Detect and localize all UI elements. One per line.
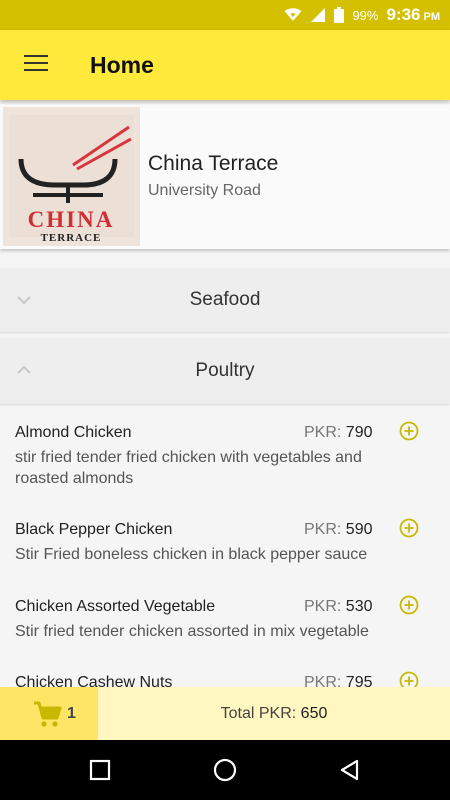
restaurant-location: University Road	[148, 182, 261, 199]
logo-wordmark-top: CHINA	[28, 207, 115, 232]
add-circle-icon[interactable]	[399, 518, 419, 538]
cart-icon	[32, 699, 62, 729]
menu-item-list: Almond Chicken PKR: 790 stir fried tende…	[0, 408, 450, 688]
item-name: Chicken Assorted Vegetable	[15, 598, 216, 615]
wifi-icon	[284, 8, 302, 22]
logo-wordmark-bottom: TERRACE	[41, 232, 102, 244]
restaurant-name: China Terrace	[148, 152, 279, 175]
add-circle-icon[interactable]	[399, 671, 419, 688]
item-price-value: 530	[345, 598, 373, 615]
restaurant-card[interactable]: CHINA TERRACE China Terrace University R…	[0, 104, 450, 249]
restaurant-logo-graphic: CHINA TERRACE	[3, 107, 140, 246]
item-price-value: 795	[345, 674, 373, 688]
category-label: Poultry	[195, 360, 255, 381]
status-indicators: 99% 9:36 PM	[284, 0, 440, 30]
item-price-value: 790	[345, 424, 373, 441]
item-price-value: 590	[345, 521, 373, 538]
item-price: PKR: 590	[304, 521, 373, 539]
category-poultry[interactable]: Poultry	[0, 338, 450, 404]
item-currency: PKR:	[304, 424, 342, 441]
battery-percent: 99%	[352, 7, 379, 23]
item-currency: PKR:	[304, 521, 342, 538]
item-name: Almond Chicken	[15, 424, 132, 441]
add-circle-icon[interactable]	[399, 421, 419, 441]
system-nav-bar	[0, 740, 450, 800]
item-currency: PKR:	[304, 598, 342, 615]
item-description: Stir Fried boneless chicken in black pep…	[15, 546, 368, 563]
item-price: PKR: 530	[304, 598, 373, 616]
clock-time: 9:36	[386, 5, 421, 24]
home-icon[interactable]	[213, 758, 237, 782]
category-seafood[interactable]: Seafood	[0, 268, 450, 332]
status-bar: 99% 9:36 PM	[0, 0, 450, 30]
item-name: Chicken Cashew Nuts	[15, 674, 173, 688]
menu-item[interactable]: Chicken Cashew Nuts PKR: 795	[0, 671, 450, 688]
menu-button[interactable]	[14, 43, 58, 87]
page-title: Home	[90, 52, 154, 78]
cart-count: 1	[67, 705, 76, 722]
item-description: stir fried tender fried chicken with veg…	[15, 449, 362, 487]
menu-item[interactable]: Chicken Assorted Vegetable PKR: 530 Stir…	[0, 595, 450, 658]
menu-item[interactable]: Black Pepper Chicken PKR: 590 Stir Fried…	[0, 518, 450, 581]
restaurant-logo: CHINA TERRACE	[3, 107, 140, 246]
cart-total-bar[interactable]: 1 Total PKR: 650	[0, 687, 450, 740]
item-name: Black Pepper Chicken	[15, 521, 173, 538]
back-icon[interactable]	[338, 758, 362, 782]
clock-ampm: PM	[423, 10, 441, 23]
total-label: Total PKR:	[220, 705, 297, 722]
menu-item[interactable]: Almond Chicken PKR: 790 stir fried tende…	[0, 421, 450, 504]
item-description: Stir fried tender chicken assorted in mi…	[15, 623, 369, 640]
hamburger-icon	[24, 54, 48, 77]
cart-total: Total PKR: 650	[98, 687, 450, 740]
total-value: 650	[300, 705, 328, 722]
item-price: PKR: 795	[304, 674, 373, 688]
app-bar: Home	[0, 30, 450, 100]
cart-button[interactable]: 1	[0, 687, 98, 740]
battery-icon	[334, 7, 345, 23]
item-currency: PKR:	[304, 674, 342, 688]
signal-icon	[310, 8, 326, 22]
category-label: Seafood	[189, 289, 261, 310]
item-price: PKR: 790	[304, 424, 373, 442]
recents-icon[interactable]	[88, 758, 112, 782]
add-circle-icon[interactable]	[399, 595, 419, 615]
